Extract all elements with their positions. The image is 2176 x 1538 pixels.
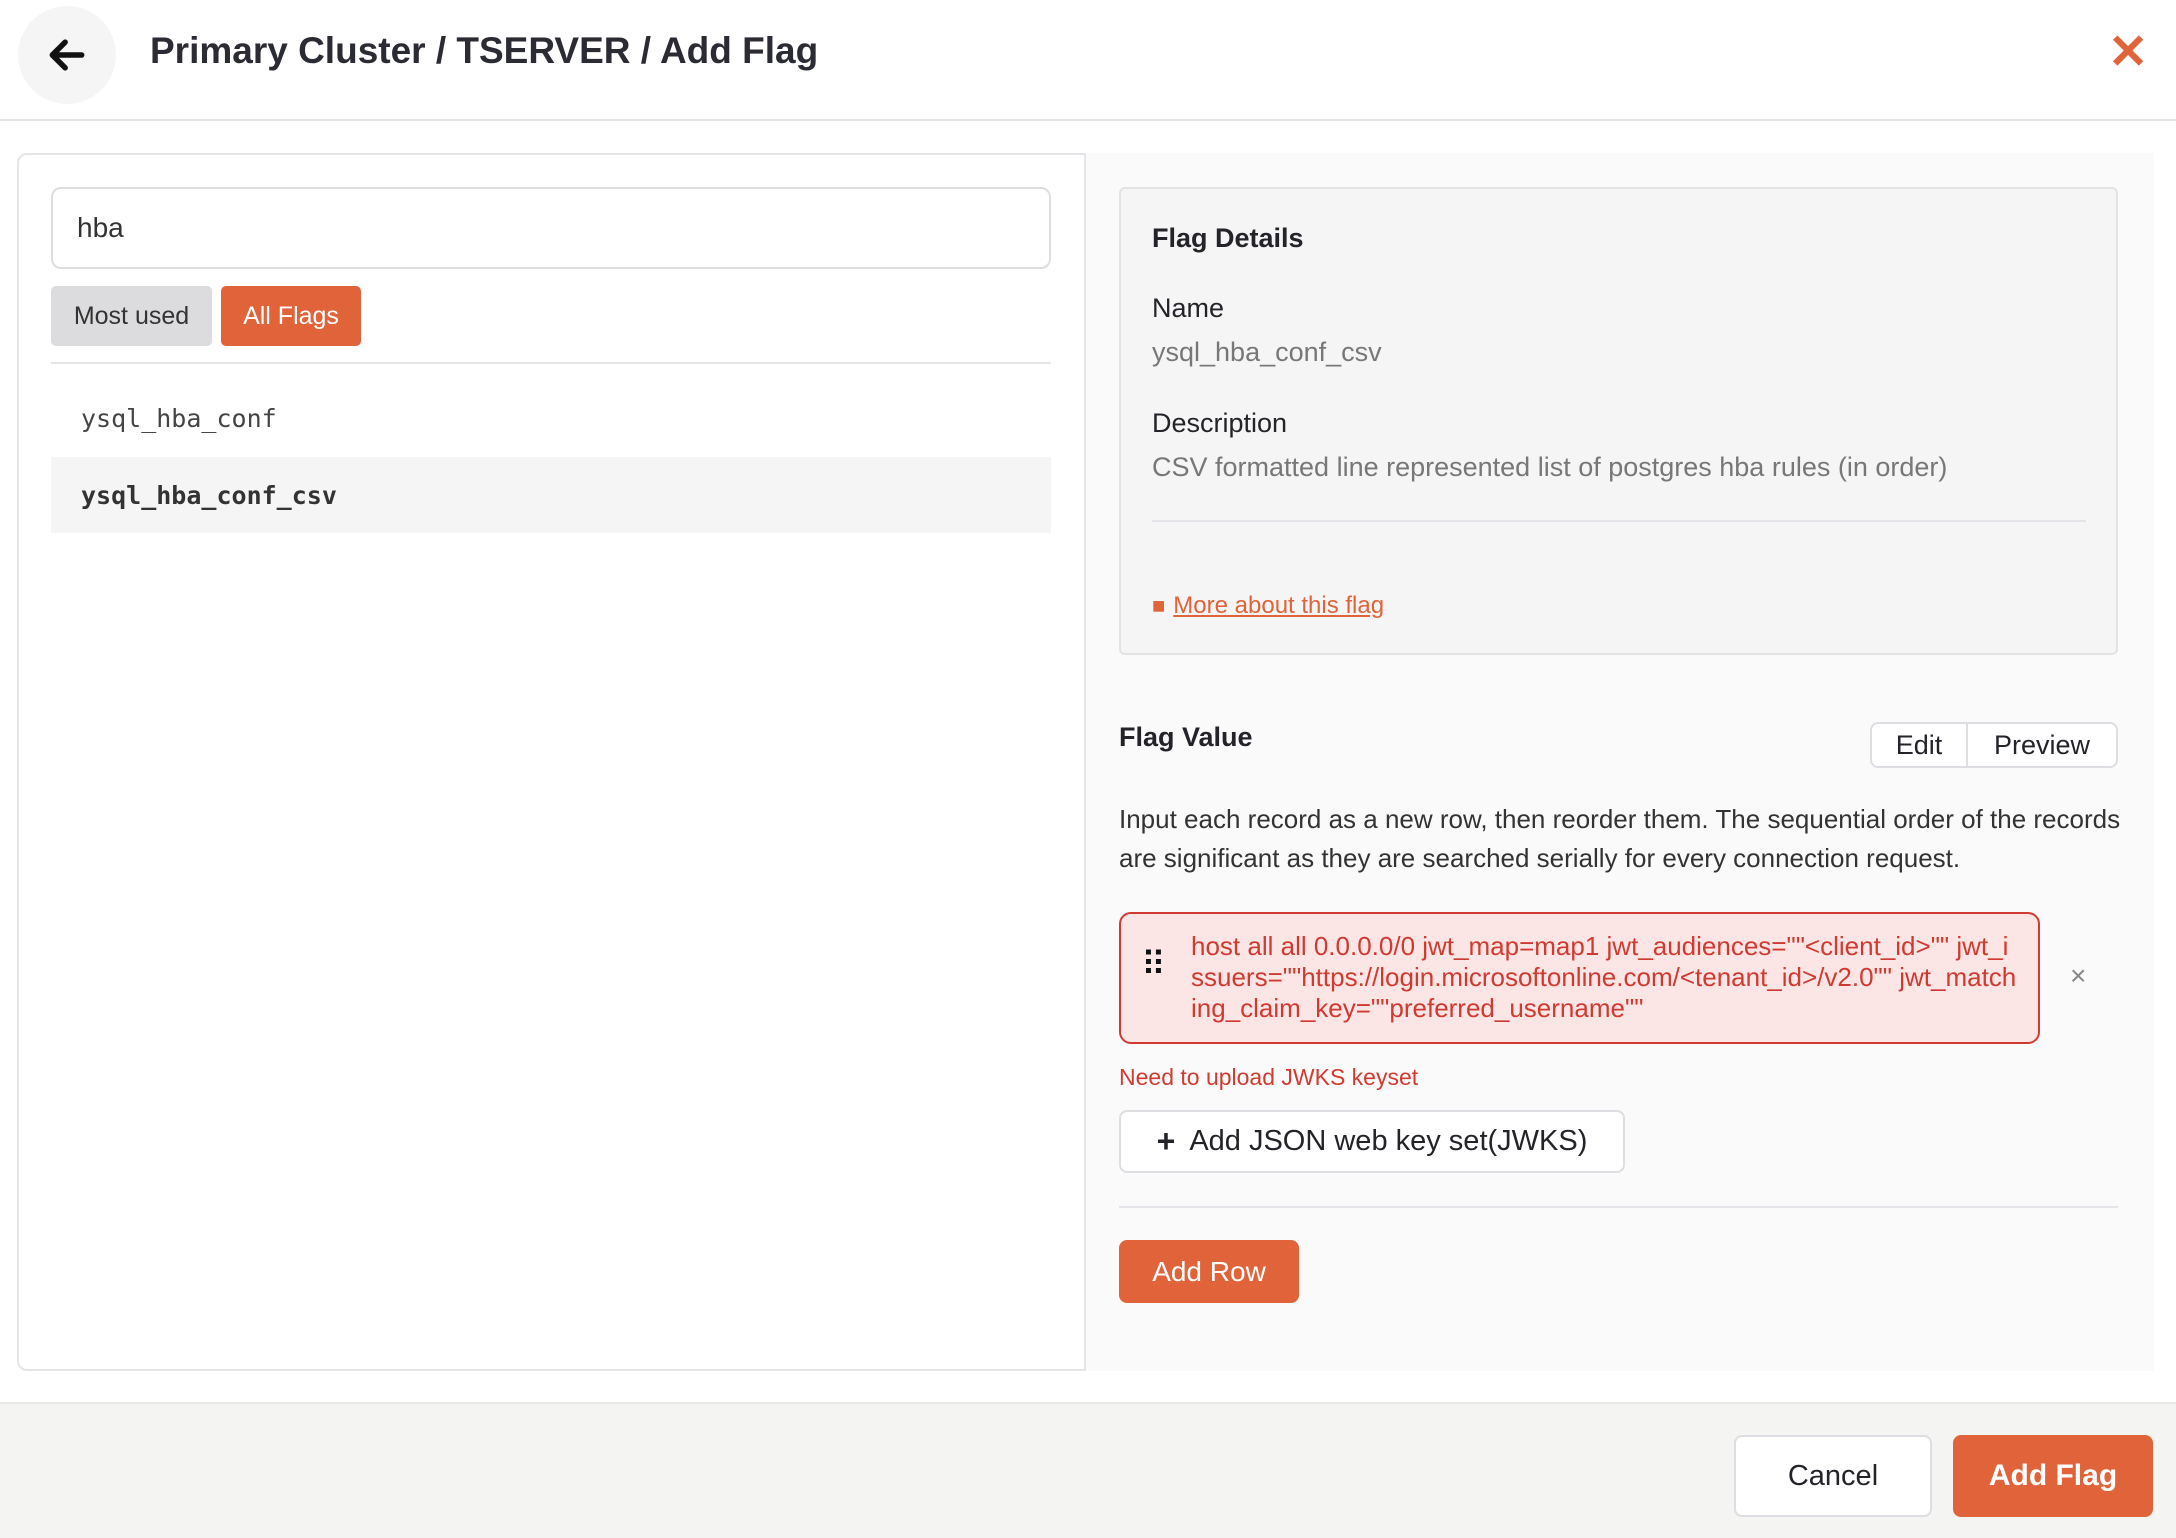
arrow-left-icon: [49, 39, 85, 71]
flag-row-input[interactable]: ⠿ host all all 0.0.0.0/0 jwt_map=map1 jw…: [1119, 912, 2040, 1044]
flag-list-item[interactable]: ysql_hba_conf: [51, 380, 1051, 456]
name-label: Name: [1152, 293, 1225, 323]
close-icon[interactable]: ✕: [2108, 24, 2148, 80]
add-flag-button[interactable]: Add Flag: [1953, 1435, 2153, 1517]
page-title: Primary Cluster / TSERVER / Add Flag: [150, 30, 819, 71]
flag-value-title: Flag Value: [1119, 722, 1253, 752]
description-value: CSV formatted line represented list of p…: [1152, 452, 1948, 482]
details-title: Flag Details: [1152, 223, 1304, 253]
preview-button[interactable]: Preview: [1968, 724, 2116, 766]
divider: [1119, 1206, 2118, 1208]
help-text: Input each record as a new row, then reo…: [1119, 804, 2121, 873]
back-button[interactable]: [18, 6, 116, 104]
tab-all-flags[interactable]: All Flags: [221, 286, 361, 346]
divider: [51, 362, 1051, 364]
search-input[interactable]: [51, 187, 1051, 269]
header: Primary Cluster / TSERVER / Add Flag ✕: [0, 0, 2176, 121]
add-row-button[interactable]: Add Row: [1119, 1240, 1299, 1303]
plus-icon: +: [1156, 1123, 1176, 1159]
book-icon: ■: [1152, 593, 1166, 618]
error-message: Need to upload JWKS keyset: [1119, 1064, 1419, 1090]
add-jwks-button[interactable]: + Add JSON web key set(JWKS): [1119, 1110, 1625, 1173]
description-label: Description: [1152, 408, 1288, 438]
tab-most-used[interactable]: Most used: [51, 286, 212, 346]
more-about-link[interactable]: ■ More about this flag: [1152, 592, 1384, 620]
drag-handle-icon[interactable]: ⠿: [1141, 948, 1168, 982]
name-value: ysql_hba_conf_csv: [1152, 337, 1382, 367]
flag-list-item-selected[interactable]: ysql_hba_conf_csv: [51, 457, 1051, 533]
divider: [1152, 520, 2086, 522]
cancel-button[interactable]: Cancel: [1734, 1435, 1932, 1517]
edit-preview-toggle: Edit Preview: [1870, 722, 2118, 768]
edit-button[interactable]: Edit: [1872, 724, 1968, 766]
remove-row-icon[interactable]: ×: [2070, 960, 2086, 992]
